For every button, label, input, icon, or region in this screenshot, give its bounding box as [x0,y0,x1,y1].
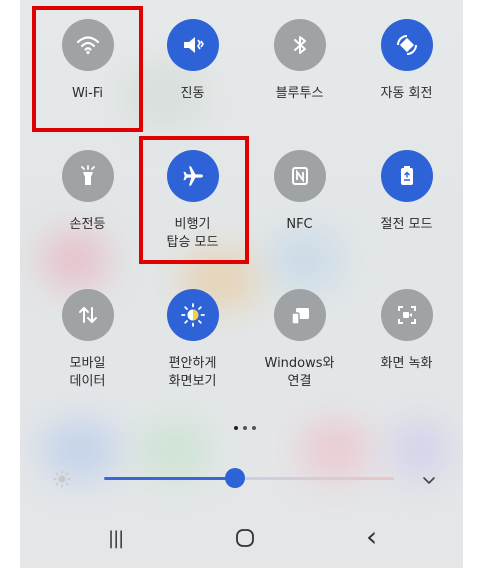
screen-recorder-icon [380,289,433,341]
tile-label: 절전 모드 [380,217,433,232]
brightness-thumb[interactable] [225,468,245,488]
bluetooth-icon [273,19,326,71]
tile-nfc[interactable]: NFC [246,150,353,234]
tile-screen-recorder[interactable]: 화면 녹화 [353,289,460,373]
tile-label: 편안하게 화면보기 [168,356,217,389]
tile-bluetooth[interactable]: 블루투스 [246,19,353,103]
home-button[interactable] [235,528,255,552]
eye-comfort-icon [166,289,219,341]
tile-label: NFC [286,217,313,232]
mobile-data-icon [61,289,114,341]
tile-label: 손전등 [69,217,106,232]
back-button[interactable]: ‹ [366,520,377,553]
tile-link-to-windows[interactable]: Windows와 연결 [246,289,353,391]
tile-flashlight[interactable]: 손전등 [34,150,141,234]
tile-label: 모바일 데이터 [69,356,106,389]
page-dot [252,426,256,430]
brightness-track-empty [235,477,394,480]
page-indicator[interactable] [234,426,256,430]
background-blur [140,420,210,480]
expand-chevron-down-icon[interactable] [421,472,437,491]
power-saving-icon [380,150,433,202]
background-blur [40,230,110,290]
tile-power-saving[interactable]: 절전 모드 [353,150,460,234]
nfc-icon [273,150,326,202]
page-dot [243,426,247,430]
highlight-box [32,6,143,132]
page-dot [234,426,238,430]
background-blur [300,420,370,480]
tile-label: 화면 녹화 [380,356,433,371]
tile-eye-comfort[interactable]: 편안하게 화면보기 [139,289,246,391]
recents-button[interactable]: ||| [108,528,124,549]
brightness-track-filled [104,477,235,480]
tile-vibrate[interactable]: 진동 [139,19,246,103]
tile-label: 진동 [180,86,205,101]
tile-auto-rotate[interactable]: 자동 회전 [353,19,460,103]
tile-mobile-data[interactable]: 모바일 데이터 [34,289,141,391]
brightness-icon [52,469,72,493]
background-blur [390,420,450,480]
tile-label: 자동 회전 [380,86,433,101]
highlight-box [139,136,249,264]
tile-label: Windows와 연결 [264,356,335,389]
link-to-windows-icon [273,289,326,341]
background-blur [270,230,340,290]
auto-rotate-icon [380,19,433,71]
vibrate-icon [166,19,219,71]
tile-label: 블루투스 [275,86,324,101]
brightness-slider[interactable] [104,468,394,488]
flashlight-icon [61,150,114,202]
